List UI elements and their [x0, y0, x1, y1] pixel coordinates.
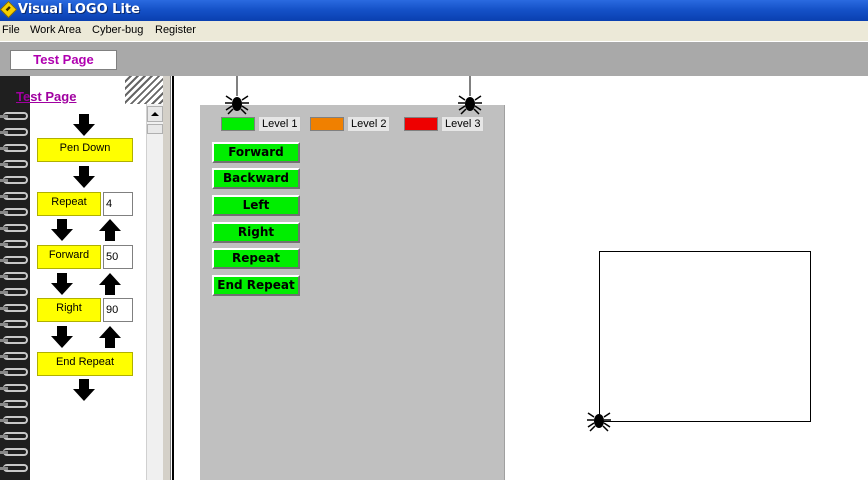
spiral-ring [0, 176, 28, 184]
command-right-button[interactable]: Right [212, 222, 300, 243]
spiral-ring [0, 416, 28, 424]
spiral-ring [0, 368, 28, 376]
menu-file[interactable]: File [2, 24, 20, 36]
page-tab-shade [125, 76, 163, 104]
menu-work-area[interactable]: Work Area [30, 24, 81, 36]
spiral-ring [0, 432, 28, 440]
command-end-repeat-button[interactable]: End Repeat [212, 275, 300, 296]
block-end-repeat[interactable]: End Repeat [37, 352, 133, 376]
spiral-ring [0, 128, 28, 136]
spiral-ring [0, 256, 28, 264]
spiral-ring [0, 352, 28, 360]
spiral-ring [0, 208, 28, 216]
spiral-ring [0, 464, 28, 472]
command-repeat-button[interactable]: Repeat [212, 248, 300, 269]
arrow-down-icon [51, 219, 73, 241]
level-2-label[interactable]: Level 2 [347, 116, 391, 132]
spider-icon[interactable] [225, 76, 249, 115]
menu-bar: File Work Area Cyber-bug Register [0, 21, 868, 41]
title-bar: Visual LOGO Lite [0, 0, 868, 21]
menu-cyber-bug[interactable]: Cyber-bug [92, 24, 143, 36]
spider-icon[interactable] [587, 408, 611, 438]
spiral-ring [0, 384, 28, 392]
program-page-title[interactable]: Test Page [16, 89, 76, 104]
program-scrollbar[interactable] [146, 104, 163, 480]
arrow-up-icon [99, 219, 121, 241]
arrow-down-icon [51, 326, 73, 348]
notebook-spiral [0, 76, 30, 480]
drawn-square-path [599, 251, 811, 422]
command-forward-button[interactable]: Forward [212, 142, 300, 163]
spiral-ring [0, 144, 28, 152]
scroll-up-icon[interactable] [147, 106, 163, 122]
tab-test-page[interactable]: Test Page [10, 50, 117, 70]
right-angle-field[interactable]: 90 [103, 298, 133, 322]
level-1-swatch[interactable] [221, 117, 255, 131]
spiral-ring [0, 160, 28, 168]
spiral-ring [0, 304, 28, 312]
level-3-label[interactable]: Level 3 [441, 116, 485, 132]
command-backward-button[interactable]: Backward [212, 168, 300, 189]
arrow-up-icon [99, 326, 121, 348]
arrow-down-icon [73, 166, 95, 188]
block-right[interactable]: Right [37, 298, 101, 322]
spiral-ring [0, 336, 28, 344]
arrow-down-icon [73, 114, 95, 136]
menu-register[interactable]: Register [155, 24, 196, 36]
level-1-label[interactable]: Level 1 [258, 116, 302, 132]
app-icon [0, 1, 17, 18]
arrow-down-icon [51, 273, 73, 295]
block-forward[interactable]: Forward [37, 245, 101, 269]
spiral-ring [0, 400, 28, 408]
command-palette: Level 1 Level 2 Level 3 Forward Backward… [200, 105, 505, 480]
command-left-button[interactable]: Left [212, 195, 300, 216]
spiral-ring [0, 320, 28, 328]
repeat-count-field[interactable]: 4 [103, 192, 133, 216]
panel-splitter[interactable] [163, 76, 171, 480]
spiral-ring [0, 192, 28, 200]
arrow-up-icon [99, 273, 121, 295]
block-repeat[interactable]: Repeat [37, 192, 101, 216]
level-3-swatch[interactable] [404, 117, 438, 131]
spiral-ring [0, 448, 28, 456]
window-title: Visual LOGO Lite [18, 2, 140, 17]
spiral-ring [0, 288, 28, 296]
forward-distance-field[interactable]: 50 [103, 245, 133, 269]
spiral-ring [0, 272, 28, 280]
spiral-ring [0, 112, 28, 120]
scroll-thumb[interactable] [147, 124, 163, 134]
block-pen-down[interactable]: Pen Down [37, 138, 133, 162]
program-panel: Test Page Pen Down Repeat 4 Forward 50 R… [0, 76, 163, 480]
spiral-ring [0, 240, 28, 248]
canvas-border [172, 76, 174, 480]
arrow-down-icon [73, 379, 95, 401]
tab-strip: Test Page [0, 41, 868, 76]
spiral-ring [0, 224, 28, 232]
spider-icon[interactable] [458, 76, 482, 115]
level-2-swatch[interactable] [310, 117, 344, 131]
